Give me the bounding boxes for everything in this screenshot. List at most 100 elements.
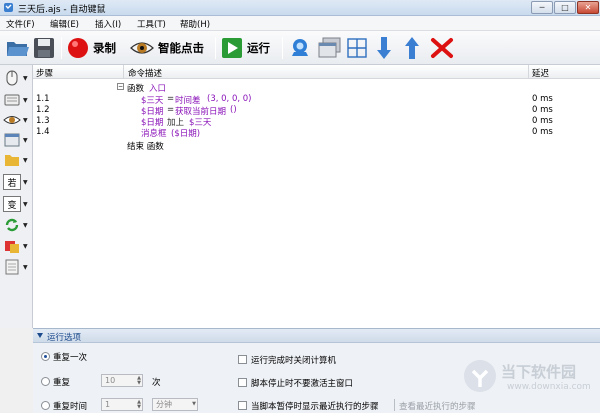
- show-recent-checkbox[interactable]: [238, 401, 247, 410]
- header-step[interactable]: 步骤: [36, 67, 53, 79]
- move-down-button[interactable]: [376, 35, 392, 61]
- table-row[interactable]: 1.4 消息框 ($日期) 0 ms: [33, 127, 600, 139]
- chevron-down-icon: ▼: [23, 242, 28, 250]
- watermark-logo-icon: [464, 360, 496, 392]
- menu-tools[interactable]: 工具(T): [137, 18, 166, 30]
- open-button[interactable]: [6, 35, 30, 61]
- repeat-count-value: 10: [105, 376, 116, 385]
- chevron-down-icon: ▼: [23, 96, 28, 104]
- divider: [394, 399, 395, 411]
- row-step: 1.3: [36, 116, 50, 126]
- window-button[interactable]: [318, 35, 342, 61]
- row-args: (): [230, 105, 237, 115]
- close-button[interactable]: ✕: [577, 1, 599, 14]
- function-end-label: 结束 函数: [127, 142, 164, 152]
- function-header-row[interactable]: − 函数 入口: [33, 82, 600, 94]
- chevron-down-icon: ▼: [23, 263, 28, 271]
- header-delay[interactable]: 延迟: [532, 67, 549, 79]
- record-button[interactable]: 录制: [67, 35, 116, 61]
- maximize-button[interactable]: □: [554, 1, 576, 14]
- collapse-triangle-icon: [37, 333, 43, 338]
- time-unit-value: 分钟: [156, 400, 172, 409]
- folder-open-icon: [7, 42, 29, 56]
- smart-click-label: 智能点击: [158, 41, 204, 55]
- table-row[interactable]: 1.2 $日期 = 获取当前日期 () 0 ms: [33, 105, 600, 117]
- if-command-button[interactable]: 若 ▼: [3, 173, 31, 191]
- toolbar-separator: [282, 37, 283, 59]
- row-step: 1.2: [36, 105, 50, 115]
- document-icon: [3, 259, 21, 275]
- repeat-minutes-input[interactable]: 1 ▲ ▼: [101, 398, 143, 411]
- column-divider[interactable]: [528, 65, 529, 79]
- no-activate-label: 脚本停止时不要激活主窗口: [251, 379, 354, 389]
- time-unit-select[interactable]: 分钟 ▼: [152, 398, 198, 411]
- mouse-command-button[interactable]: ▼: [3, 69, 31, 87]
- run-options-header[interactable]: 运行选项: [33, 329, 600, 343]
- chevron-down-icon: ▼: [23, 200, 28, 208]
- show-recent-label: 当脚本暂停时显示最近执行的步骤: [251, 402, 379, 412]
- repeat-once-radio[interactable]: [41, 352, 50, 361]
- eye-icon: [130, 42, 154, 54]
- bug-icon: [292, 39, 308, 56]
- repeat-label: 重复: [53, 378, 71, 388]
- arrow-down-icon: [377, 37, 391, 59]
- file-command-button[interactable]: ▼: [3, 151, 31, 169]
- function-end-row[interactable]: 结束 函数: [33, 140, 600, 152]
- column-divider[interactable]: [123, 65, 124, 79]
- save-button[interactable]: [33, 35, 55, 61]
- command-sidebar: ▼ ▼ ▼ ▼ ▼ 若 ▼ 变 ▼ ▼ ▼ ▼: [0, 65, 33, 328]
- watermark-url: www.downxia.com: [507, 382, 591, 392]
- function-name: 入口: [149, 84, 167, 94]
- spin-arrows-icon[interactable]: ▲ ▼: [137, 376, 141, 386]
- variable-command-button[interactable]: 变 ▼: [3, 195, 31, 213]
- shutdown-label: 运行完成时关闭计算机: [251, 356, 337, 366]
- smart-click-button[interactable]: 智能点击: [130, 35, 204, 61]
- run-button[interactable]: 运行: [221, 35, 270, 61]
- collapse-icon[interactable]: −: [117, 83, 124, 90]
- row-operator: =: [167, 94, 175, 104]
- repeat-once-label: 重复一次: [53, 353, 88, 363]
- save-icon: [34, 38, 54, 58]
- no-activate-checkbox[interactable]: [238, 378, 247, 387]
- move-up-button[interactable]: [404, 35, 420, 61]
- shutdown-checkbox[interactable]: [238, 355, 247, 364]
- run-options-title: 运行选项: [47, 333, 82, 343]
- function-keyword: 函数: [127, 84, 145, 94]
- debug-button[interactable]: [288, 35, 312, 61]
- table-row[interactable]: 1.1 $三天 = 时间差 (3, 0, 0, 0) 0 ms: [33, 94, 600, 106]
- chevron-down-icon: ▼: [23, 221, 28, 229]
- play-icon: [222, 38, 242, 58]
- repeat-time-radio[interactable]: [41, 401, 50, 410]
- repeat-radio[interactable]: [41, 377, 50, 386]
- arrow-up-icon: [405, 37, 419, 59]
- repeat-count-input[interactable]: 10 ▲ ▼: [101, 374, 143, 387]
- minimize-button[interactable]: ─: [531, 1, 553, 14]
- menu-edit[interactable]: 编辑(E): [50, 18, 79, 30]
- misc-command-button[interactable]: ▼: [3, 237, 31, 255]
- window-command-button[interactable]: ▼: [3, 131, 31, 149]
- menu-file[interactable]: 文件(F): [6, 18, 35, 30]
- script-grid[interactable]: 步骤 命令描述 延迟 − 函数 入口 1.1 $三天 = 时间差 (3, 0, …: [33, 65, 600, 328]
- loop-command-button[interactable]: ▼: [3, 216, 31, 234]
- delete-button[interactable]: [430, 35, 454, 61]
- toolbar-separator: [61, 37, 62, 59]
- menu-bar: 文件(F) 编辑(E) 插入(I) 工具(T) 帮助(H): [0, 16, 600, 31]
- variable-label: 变: [3, 196, 21, 212]
- row-args: (3, 0, 0, 0): [207, 94, 252, 104]
- toolbar-separator: [215, 37, 216, 59]
- row-delay: 0 ms: [532, 105, 553, 115]
- menu-help[interactable]: 帮助(H): [180, 18, 210, 30]
- image-command-button[interactable]: ▼: [3, 111, 31, 129]
- if-label: 若: [3, 174, 21, 190]
- window-icon: [318, 37, 341, 58]
- keyboard-icon: [3, 92, 21, 108]
- spin-arrows-icon[interactable]: ▲ ▼: [137, 400, 141, 410]
- keyboard-command-button[interactable]: ▼: [3, 91, 31, 109]
- row-delay: 0 ms: [532, 116, 553, 126]
- toolbar: 录制 智能点击 运行: [0, 31, 600, 65]
- header-description[interactable]: 命令描述: [128, 67, 162, 79]
- grid-button[interactable]: [346, 35, 368, 61]
- table-row[interactable]: 1.3 $日期 加上 $三天 0 ms: [33, 116, 600, 128]
- menu-insert[interactable]: 插入(I): [95, 18, 121, 30]
- other-command-button[interactable]: ▼: [3, 258, 31, 276]
